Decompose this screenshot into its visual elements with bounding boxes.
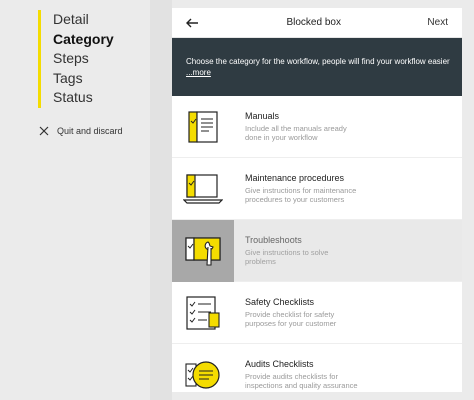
category-desc: Give instructions to solve problems xyxy=(245,247,329,267)
scroll-edge xyxy=(462,0,474,400)
manual-icon xyxy=(188,110,218,143)
category-desc: Provide checklist for safety purposes fo… xyxy=(245,309,337,329)
category-name: Troubleshoots xyxy=(245,234,302,245)
step-tags[interactable]: Tags xyxy=(53,69,114,89)
category-desc: Include all the manuals aready done in y… xyxy=(245,123,347,143)
category-troubleshoots[interactable]: Troubleshoots Give instructions to solve… xyxy=(172,219,462,282)
step-category[interactable]: Category xyxy=(53,30,114,50)
panel-divider xyxy=(150,0,172,400)
category-manuals[interactable]: Manuals Include all the manuals aready d… xyxy=(172,96,462,158)
laptop-icon xyxy=(183,173,223,204)
wrench-icon xyxy=(185,236,221,266)
quit-label: Quit and discard xyxy=(57,126,123,136)
category-name: Safety Checklists xyxy=(245,296,315,307)
category-name: Maintenance procedures xyxy=(245,172,345,183)
category-audits[interactable]: Audits Checklists Provide audits checkli… xyxy=(172,344,462,392)
category-desc: Provide audits checklists for inspection… xyxy=(245,371,358,391)
checklist-icon xyxy=(186,295,220,330)
category-card: Blocked box Next Choose the category for… xyxy=(172,8,462,392)
category-name: Audits Checklists xyxy=(245,358,314,369)
step-steps[interactable]: Steps xyxy=(53,49,114,69)
quit-discard-button[interactable]: Quit and discard xyxy=(39,126,123,136)
card-header: Blocked box Next xyxy=(172,8,462,38)
step-detail[interactable]: Detail xyxy=(53,10,114,30)
step-status[interactable]: Status xyxy=(53,88,114,108)
more-link[interactable]: ...more xyxy=(186,68,211,77)
category-desc: Give instructions for maintenance proced… xyxy=(245,185,357,205)
banner-text: Choose the category for the workflow, pe… xyxy=(186,57,450,66)
header-title: Blocked box xyxy=(286,17,341,28)
audit-icon xyxy=(185,360,220,389)
info-banner: Choose the category for the workflow, pe… xyxy=(172,38,462,96)
category-maintenance[interactable]: Maintenance procedures Give instructions… xyxy=(172,158,462,220)
back-arrow-icon[interactable] xyxy=(184,15,200,31)
category-safety[interactable]: Safety Checklists Provide checklist for … xyxy=(172,282,462,344)
close-icon xyxy=(39,126,49,136)
steps-list: Detail Category Steps Tags Status xyxy=(38,10,114,108)
next-button[interactable]: Next xyxy=(427,17,448,28)
steps-panel: Detail Category Steps Tags Status Quit a… xyxy=(0,0,150,400)
category-list: Manuals Include all the manuals aready d… xyxy=(172,96,462,392)
category-name: Manuals xyxy=(245,110,280,121)
